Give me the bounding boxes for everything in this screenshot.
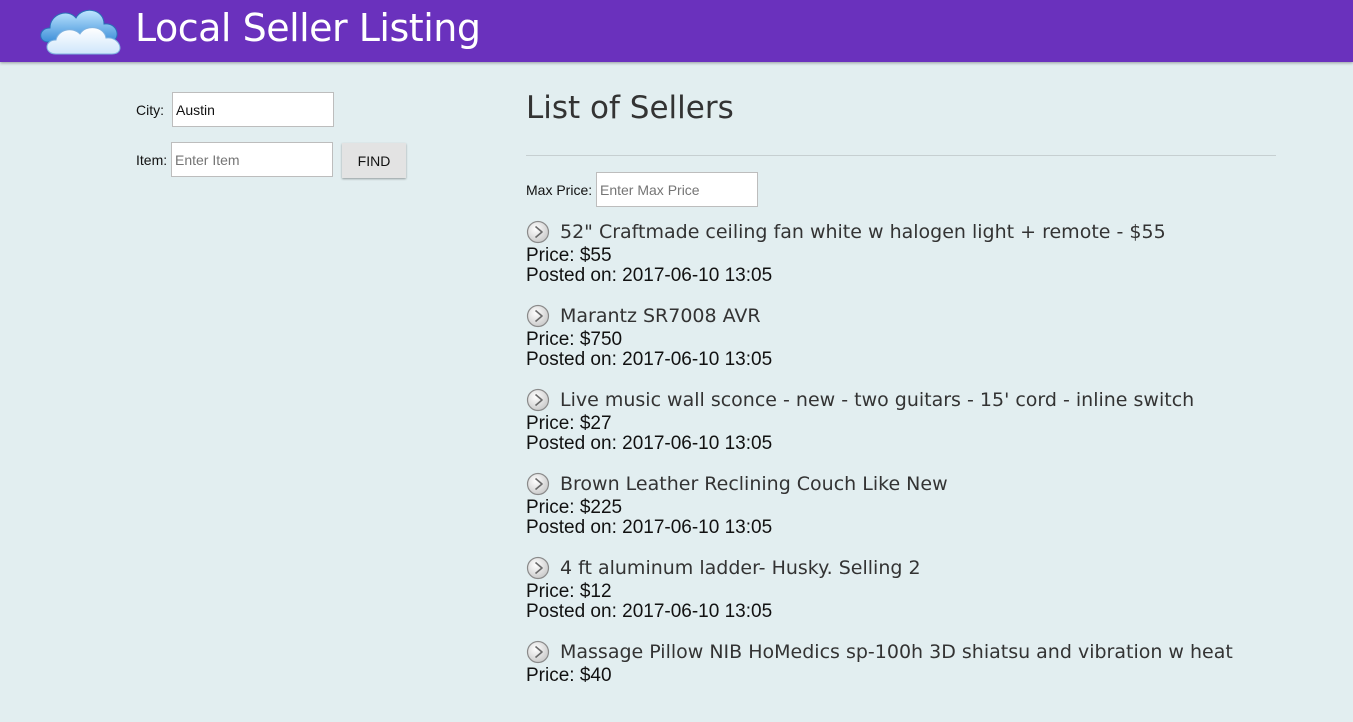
city-input[interactable] — [172, 92, 334, 127]
listing-posted-date: Posted on: 2017-06-10 13:05 — [526, 517, 773, 538]
listing-price: Price: $27 — [526, 413, 612, 434]
page-title: List of Sellers — [526, 90, 734, 126]
list-item: Live music wall sconce - new - two guita… — [526, 386, 1306, 470]
play-arrow-circle-icon[interactable] — [526, 556, 550, 580]
play-arrow-circle-icon[interactable] — [526, 640, 550, 664]
listing-price: Price: $40 — [526, 665, 612, 686]
max-price-input[interactable] — [596, 172, 758, 207]
listing-price: Price: $750 — [526, 329, 623, 350]
listing-title[interactable]: Massage Pillow NIB HoMedics sp-100h 3D s… — [560, 641, 1233, 663]
listing-price: Price: $55 — [526, 245, 612, 266]
max-price-label: Max Price: — [526, 182, 593, 198]
app-title: Local Seller Listing — [135, 6, 481, 50]
listing-title[interactable]: Live music wall sconce - new - two guita… — [560, 389, 1194, 411]
item-label: Item: — [136, 152, 168, 168]
list-item: 4 ft aluminum ladder- Husky. Selling 2 P… — [526, 554, 1306, 638]
listing-title[interactable]: Brown Leather Reclining Couch Like New — [560, 473, 948, 495]
divider — [526, 155, 1276, 156]
listing-price: Price: $225 — [526, 497, 623, 518]
app-header: Local Seller Listing — [0, 0, 1353, 62]
play-arrow-circle-icon[interactable] — [526, 220, 550, 244]
list-item: Brown Leather Reclining Couch Like New P… — [526, 470, 1306, 554]
list-item: Massage Pillow NIB HoMedics sp-100h 3D s… — [526, 638, 1306, 722]
find-button[interactable]: FIND — [342, 143, 406, 178]
cloud-icon — [40, 9, 121, 55]
list-item: 52" Craftmade ceiling fan white w haloge… — [526, 218, 1306, 302]
item-input[interactable] — [171, 142, 333, 177]
play-arrow-circle-icon[interactable] — [526, 472, 550, 496]
listing-posted-date: Posted on: 2017-06-10 13:05 — [526, 265, 773, 286]
play-arrow-circle-icon[interactable] — [526, 388, 550, 412]
listing-title[interactable]: 52" Craftmade ceiling fan white w haloge… — [560, 221, 1166, 243]
seller-list: 52" Craftmade ceiling fan white w haloge… — [526, 218, 1306, 722]
listing-posted-date: Posted on: 2017-06-10 13:05 — [526, 601, 773, 622]
listing-posted-date: Posted on: 2017-06-10 13:05 — [526, 349, 773, 370]
listing-title[interactable]: 4 ft aluminum ladder- Husky. Selling 2 — [560, 557, 921, 579]
listing-title[interactable]: Marantz SR7008 AVR — [560, 305, 761, 327]
listing-price: Price: $12 — [526, 581, 612, 602]
list-item: Marantz SR7008 AVR Price: $750 Posted on… — [526, 302, 1306, 386]
listing-posted-date: Posted on: 2017-06-10 13:05 — [526, 433, 773, 454]
play-arrow-circle-icon[interactable] — [526, 304, 550, 328]
city-label: City: — [136, 102, 164, 118]
